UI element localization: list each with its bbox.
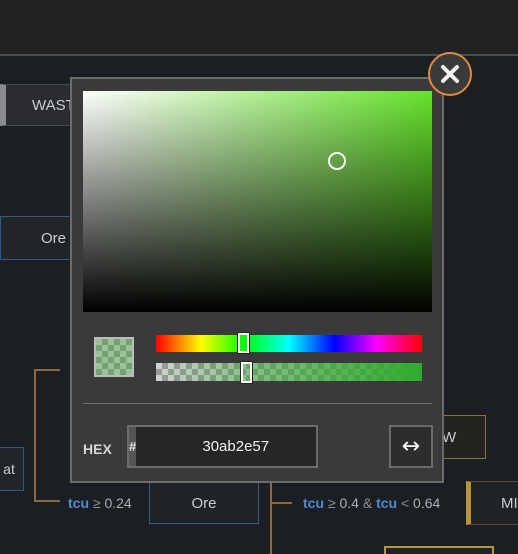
node-fragment[interactable]: MI xyxy=(466,481,518,525)
condition-variable: tcu xyxy=(303,495,324,511)
app-stage: WAST Ore at Ore W MI tcu ≥ 0.24 tcu ≥ 0.… xyxy=(0,0,518,554)
node-label: Ore xyxy=(191,494,217,512)
node-ore[interactable]: Ore xyxy=(149,482,259,524)
color-preview-swatch xyxy=(94,337,134,377)
tree-connector xyxy=(34,369,36,501)
hex-field[interactable]: # xyxy=(127,425,342,468)
alpha-gradient xyxy=(156,363,422,381)
top-toolbar xyxy=(0,0,518,56)
condition-operator: < xyxy=(400,495,410,511)
branch-condition[interactable]: tcu ≥ 0.4 & tcu < 0.64 xyxy=(303,495,440,511)
condition-variable: tcu xyxy=(376,495,398,511)
node-fragment[interactable]: at xyxy=(0,447,24,491)
hue-slider-handle[interactable] xyxy=(238,333,249,353)
close-button[interactable] xyxy=(428,52,472,96)
node-label: WAST xyxy=(32,96,75,114)
condition-value: 0.4 xyxy=(339,495,359,511)
hue-slider[interactable] xyxy=(156,333,422,353)
condition-operator: ≥ xyxy=(92,495,101,511)
close-icon xyxy=(441,65,459,83)
hex-input[interactable] xyxy=(136,427,342,466)
tree-connector xyxy=(270,502,292,504)
tree-connector xyxy=(34,500,60,502)
hex-label: HEX xyxy=(83,441,112,457)
alpha-slider-handle[interactable] xyxy=(241,362,252,383)
condition-variable: tcu xyxy=(68,495,89,511)
divider xyxy=(83,403,432,404)
condition-value: 0.64 xyxy=(413,495,441,511)
color-preview-fill xyxy=(96,339,132,375)
saturation-value-field[interactable] xyxy=(83,91,432,312)
node-label: MI xyxy=(501,494,518,512)
branch-condition[interactable]: tcu ≥ 0.24 xyxy=(68,495,132,511)
swap-format-button[interactable]: ↔ xyxy=(389,425,433,468)
node-waste[interactable]: WAST xyxy=(0,84,80,126)
node-label: Ore xyxy=(41,229,67,247)
value-gradient xyxy=(83,91,432,312)
color-cursor[interactable] xyxy=(328,152,346,170)
hex-hash-prefix: # xyxy=(129,427,137,466)
condition-value: 0.24 xyxy=(104,495,132,511)
node-label: at xyxy=(3,461,15,477)
node-fragment[interactable] xyxy=(384,546,494,554)
tree-connector xyxy=(34,369,60,371)
node-ore[interactable]: Ore xyxy=(0,216,80,260)
condition-joiner: & xyxy=(362,495,373,511)
alpha-slider[interactable] xyxy=(156,363,422,381)
swap-arrows-icon: ↔ xyxy=(401,434,421,459)
node-label: W xyxy=(442,428,457,446)
color-picker-panel: HEX # ↔ xyxy=(70,77,444,483)
condition-operator: ≥ xyxy=(327,495,336,511)
